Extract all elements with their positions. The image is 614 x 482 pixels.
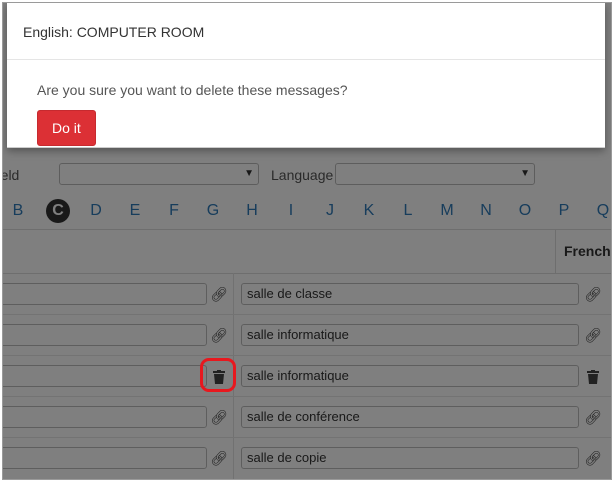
dialog-message: Are you sure you want to delete these me… — [37, 82, 348, 98]
confirm-delete-button[interactable]: Do it — [37, 110, 96, 146]
dialog-body: Are you sure you want to delete these me… — [7, 82, 605, 146]
dialog-title: English: COMPUTER ROOM — [7, 3, 605, 60]
confirm-delete-dialog: English: COMPUTER ROOM Are you sure you … — [7, 3, 605, 148]
app-frame: Field ▼ Language ▼ B C D E F G H I J K L… — [2, 2, 612, 480]
highlight-annotation — [200, 358, 236, 392]
